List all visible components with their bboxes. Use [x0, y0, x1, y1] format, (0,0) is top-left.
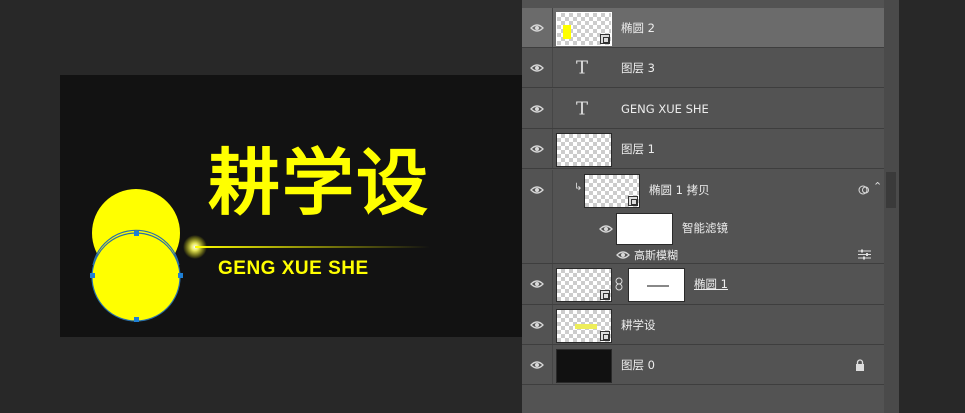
layer-thumbnail[interactable] — [556, 268, 612, 302]
light-line — [195, 246, 430, 248]
logo-english-text: GENG XUE SHE — [218, 258, 369, 279]
layer-row-layer-1[interactable]: 图层 1 — [522, 129, 884, 169]
smart-object-badge-icon — [600, 34, 610, 44]
document-canvas[interactable]: 耕学设 GENG XUE SHE — [60, 75, 522, 337]
smart-object-badge-icon — [628, 196, 638, 206]
visibility-column-divider — [552, 48, 553, 87]
anchor-point-bottom[interactable] — [134, 317, 139, 322]
visibility-column-divider — [552, 89, 553, 128]
eye-icon[interactable] — [530, 359, 544, 371]
layer-thumbnail[interactable] — [584, 174, 640, 208]
thumbnail-content — [575, 324, 597, 329]
smart-filters-icon[interactable] — [858, 184, 870, 196]
ellipse-2[interactable] — [91, 232, 181, 322]
layer-row-layer-3[interactable]: T 图层 3 — [522, 48, 884, 88]
layer-name[interactable]: 椭圆 1 — [694, 276, 728, 292]
smart-object-badge-icon — [600, 331, 610, 341]
anchor-point-top[interactable] — [134, 231, 139, 236]
eye-icon[interactable] — [530, 22, 544, 34]
smart-filters-row[interactable]: 智能滤镜 — [522, 212, 884, 245]
workspace-background — [899, 0, 965, 413]
mask-content — [647, 285, 669, 287]
eye-icon[interactable] — [530, 103, 544, 115]
eye-icon[interactable] — [530, 143, 544, 155]
logo-chinese-text: 耕学设 — [208, 141, 431, 225]
layer-row-layer-0[interactable]: 图层 0 — [522, 345, 884, 385]
layer-row-ellipse-1[interactable]: 椭圆 1 — [522, 264, 884, 305]
layer-thumbnail[interactable] — [556, 12, 612, 46]
layer-name[interactable]: 耕学设 — [621, 317, 656, 333]
layer-thumbnail[interactable] — [556, 349, 612, 383]
visibility-column-divider — [552, 129, 553, 168]
type-tool-icon: T — [576, 98, 589, 119]
visibility-column-divider — [552, 345, 553, 384]
layer-thumbnail[interactable] — [556, 309, 612, 343]
layer-name[interactable]: 椭圆 1 拷贝 — [649, 182, 710, 198]
visibility-column-divider — [552, 264, 553, 304]
layer-name[interactable]: 椭圆 2 — [621, 20, 655, 36]
filter-mask-thumbnail[interactable] — [616, 213, 673, 245]
eye-icon[interactable] — [530, 319, 544, 331]
smart-filters-label: 智能滤镜 — [682, 221, 728, 235]
thumbnail-content — [563, 25, 571, 39]
layer-row-ellipse-1-copy[interactable]: ↳ 椭圆 1 拷贝 ⌃ 智能滤镜 高斯模糊 — [522, 170, 884, 264]
anchor-point-left[interactable] — [90, 273, 95, 278]
layer-name[interactable]: 图层 3 — [621, 60, 655, 76]
layers-panel: 椭圆 2 T 图层 3 T GENG XUE SHE 图层 1 ↳ 椭圆 1 拷… — [522, 0, 899, 413]
layer-mask-thumbnail[interactable] — [628, 268, 685, 302]
anchor-point-right[interactable] — [178, 273, 183, 278]
lock-icon[interactable] — [855, 358, 865, 371]
visibility-column-divider — [552, 8, 553, 47]
layer-row-ellipse-2[interactable]: 椭圆 2 — [522, 8, 884, 48]
eye-icon[interactable] — [530, 62, 544, 74]
layer-name[interactable]: 图层 0 — [621, 357, 655, 373]
layers-scrollbar[interactable] — [884, 0, 899, 413]
chevron-up-icon[interactable]: ⌃ — [873, 180, 882, 193]
chain-link-icon[interactable] — [615, 277, 623, 291]
layer-name[interactable]: GENG XUE SHE — [621, 102, 709, 116]
layer-row-geng-xue-she[interactable]: T GENG XUE SHE — [522, 89, 884, 129]
filter-name[interactable]: 高斯模糊 — [634, 247, 678, 263]
layer-name[interactable]: 图层 1 — [621, 141, 655, 157]
clip-arrow-icon: ↳ — [574, 182, 583, 193]
eye-icon[interactable] — [530, 184, 544, 196]
scrollbar-thumb[interactable] — [886, 172, 896, 208]
type-tool-icon: T — [576, 57, 589, 78]
layer-thumbnail[interactable] — [556, 133, 612, 167]
gaussian-blur-row[interactable]: 高斯模糊 — [522, 246, 884, 264]
eye-icon[interactable] — [616, 249, 630, 261]
filter-options-icon[interactable] — [858, 249, 871, 260]
visibility-column-divider — [552, 305, 553, 344]
smart-object-badge-icon — [600, 290, 610, 300]
layer-row-logo-text[interactable]: 耕学设 — [522, 305, 884, 345]
eye-icon[interactable] — [530, 278, 544, 290]
eye-icon[interactable] — [599, 223, 613, 235]
